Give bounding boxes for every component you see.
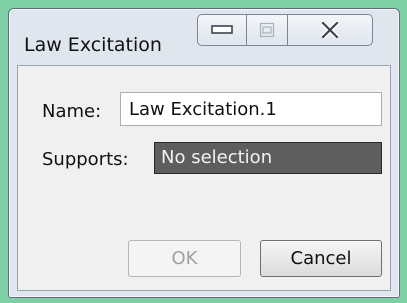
supports-selection-field[interactable]: No selection (154, 142, 382, 174)
minimize-icon (211, 25, 233, 34)
maximize-button (247, 14, 288, 46)
ok-button[interactable]: OK (128, 240, 241, 277)
ok-button-label: OK (171, 248, 198, 269)
cancel-button-label: Cancel (290, 248, 352, 269)
close-icon (321, 22, 339, 38)
window-title: Law Excitation (24, 34, 162, 56)
cancel-button[interactable]: Cancel (260, 240, 382, 277)
name-input[interactable] (120, 92, 382, 126)
supports-label: Supports: (42, 149, 129, 170)
supports-value: No selection (161, 147, 273, 168)
minimize-button[interactable] (197, 14, 247, 46)
close-button[interactable] (288, 14, 373, 46)
law-excitation-dialog: Law Excitation Name: Law Excitation.1 Su… (8, 8, 400, 298)
title-bar[interactable]: Law Excitation (9, 9, 399, 63)
maximize-icon (259, 22, 275, 38)
dialog-body: Name: Supports: No selection OK Cancel (17, 65, 391, 291)
caption-buttons (197, 14, 373, 46)
name-label: Name: (42, 101, 102, 122)
